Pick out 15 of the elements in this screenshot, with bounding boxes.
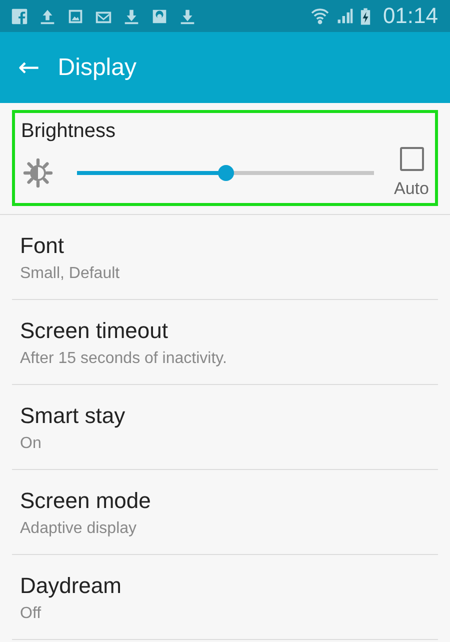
screen-title: Display [58, 54, 136, 82]
setting-item[interactable]: Smart stay On [12, 385, 438, 470]
setting-item[interactable]: Screen timeout After 15 seconds of inactivity. [12, 300, 438, 385]
clock-time: 01:14 [382, 3, 438, 29]
setting-title: Brightness [21, 120, 116, 143]
setting-item[interactable]: Screen mode Adaptive display [12, 470, 438, 555]
battery-charging-icon [360, 6, 371, 26]
signal-icon [336, 7, 354, 25]
facebook-icon [10, 6, 29, 26]
auto-checkbox[interactable] [400, 147, 424, 171]
setting-item[interactable]: Daydream Off [12, 555, 438, 640]
checkbox-label: Auto [394, 179, 429, 199]
wifi-icon [310, 6, 330, 26]
setting-item[interactable]: Font Small, Default [12, 215, 438, 300]
brightness-icon [23, 158, 53, 188]
